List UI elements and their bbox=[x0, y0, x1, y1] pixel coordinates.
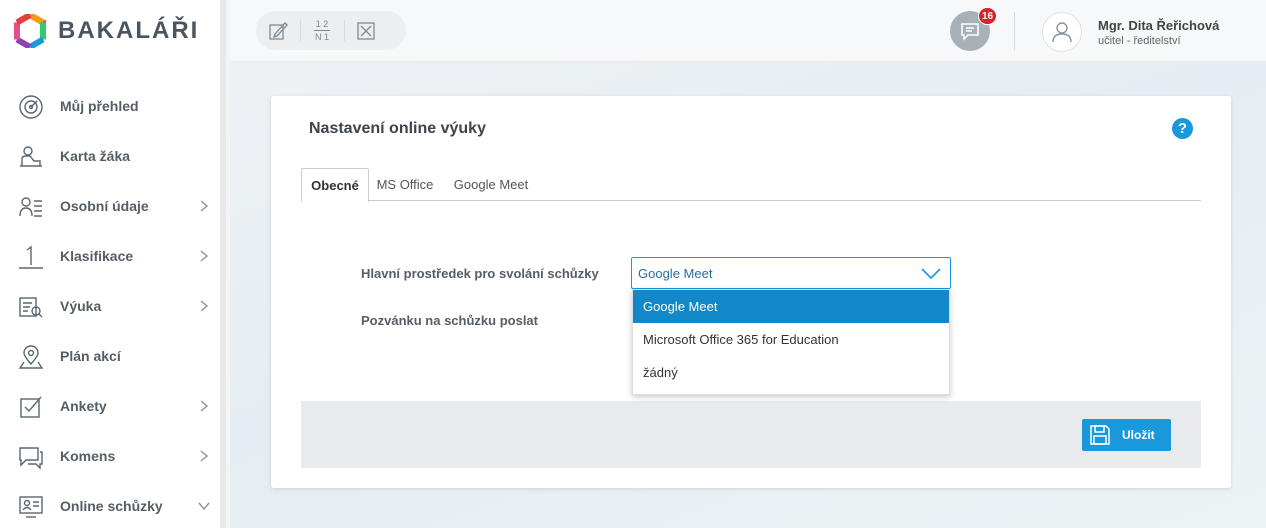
sidebar-item-label: Ankety bbox=[60, 398, 107, 414]
tab-ms-office[interactable]: MS Office bbox=[373, 168, 437, 201]
meeting-tool-select[interactable]: Google Meet bbox=[631, 257, 951, 289]
topbar: 1 2 N 1 16 Mgr. Dita Řeřichová učitel - … bbox=[230, 0, 1266, 62]
chevron-right-icon bbox=[200, 250, 209, 262]
floppy-disk-icon bbox=[1090, 425, 1110, 445]
select-value: Google Meet bbox=[638, 265, 713, 281]
bakalari-logo-icon bbox=[14, 14, 46, 48]
sidebar-item-label: Komens bbox=[60, 448, 116, 464]
logo-text: BAKALÁŘI bbox=[58, 17, 200, 44]
edit-icon bbox=[269, 21, 288, 40]
meeting-tool-label: Hlavní prostředek pro svolání schůzky bbox=[361, 266, 599, 281]
sidebar-item-muj-prehled[interactable]: Můj přehled bbox=[0, 81, 220, 131]
avatar[interactable] bbox=[1042, 12, 1082, 52]
user-role: učitel - ředitelství bbox=[1098, 35, 1181, 47]
grade-icon bbox=[18, 244, 44, 270]
sidebar-item-karta-zaka[interactable]: Karta žáka bbox=[0, 131, 220, 181]
notification-badge: 16 bbox=[978, 7, 998, 25]
chevron-down-icon bbox=[921, 268, 941, 280]
chevron-right-icon bbox=[200, 450, 209, 462]
chevron-right-icon bbox=[200, 200, 209, 212]
sidebar-item-label: Klasifikace bbox=[60, 248, 134, 264]
dropdown-option-office-365[interactable]: Microsoft Office 365 for Education bbox=[633, 323, 949, 356]
grades-fraction-bottom: N 1 bbox=[314, 32, 329, 42]
logo[interactable]: BAKALÁŘI bbox=[14, 14, 199, 48]
sidebar-item-label: Výuka bbox=[60, 298, 102, 314]
sidebar-item-label: Osobní údaje bbox=[60, 198, 149, 214]
chevron-down-icon bbox=[198, 502, 210, 511]
save-button[interactable]: Uložit bbox=[1082, 419, 1171, 451]
student-icon bbox=[18, 144, 44, 170]
sidebar-item-vyuka[interactable]: Výuka bbox=[0, 281, 220, 331]
absence-button[interactable] bbox=[344, 11, 388, 50]
grades-button[interactable]: 1 2 N 1 bbox=[300, 11, 344, 50]
grades-fraction-top: 1 2 bbox=[315, 19, 329, 29]
map-pin-icon bbox=[18, 344, 44, 370]
form-footer: Uložit bbox=[301, 401, 1201, 468]
tab-bar: Obecné MS Office Google Meet bbox=[301, 168, 1201, 202]
close-box-icon bbox=[357, 21, 375, 40]
tab-google-meet[interactable]: Google Meet bbox=[447, 168, 535, 201]
sidebar-item-label: Online schůzky bbox=[60, 498, 163, 514]
topbar-divider bbox=[1014, 12, 1015, 50]
dropdown-option-google-meet[interactable]: Google Meet bbox=[633, 290, 949, 323]
invite-label: Pozvánku na schůzku poslat bbox=[361, 313, 538, 328]
page-title: Nastavení online výuky bbox=[309, 120, 486, 137]
grades-fraction-icon: 1 2 N 1 bbox=[314, 19, 330, 42]
sidebar-item-label: Můj přehled bbox=[60, 98, 139, 114]
sidebar-item-klasifikace[interactable]: Klasifikace bbox=[0, 231, 220, 281]
sidebar-item-online-schuzky[interactable]: Online schůzky bbox=[0, 481, 220, 528]
save-label: Uložit bbox=[1122, 428, 1155, 442]
sidebar-item-komens[interactable]: Komens bbox=[0, 431, 220, 481]
sidebar-scrollbar[interactable] bbox=[220, 0, 226, 528]
edit-button[interactable] bbox=[256, 11, 300, 50]
user-name[interactable]: Mgr. Dita Řeřichová bbox=[1098, 18, 1219, 33]
toolbar: 1 2 N 1 bbox=[256, 11, 406, 50]
sidebar-item-label: Karta žáka bbox=[60, 148, 131, 164]
sidebar-item-plan-akci[interactable]: Plán akcí bbox=[0, 331, 220, 381]
sidebar-item-ankety[interactable]: Ankety bbox=[0, 381, 220, 431]
chat-icon bbox=[18, 444, 44, 470]
meeting-tool-dropdown: Google Meet Microsoft Office 365 for Edu… bbox=[632, 289, 950, 395]
message-icon bbox=[961, 23, 979, 41]
dropdown-option-none[interactable]: žádný bbox=[633, 356, 949, 389]
help-icon[interactable]: ? bbox=[1172, 118, 1193, 139]
checkbox-icon bbox=[18, 394, 44, 420]
personal-data-icon bbox=[18, 194, 44, 220]
user-icon bbox=[1052, 22, 1072, 43]
tab-obecne[interactable]: Obecné bbox=[301, 168, 369, 202]
sidebar-nav: Můj přehled Karta žáka Osobní údaje Klas… bbox=[0, 81, 220, 528]
sidebar: BAKALÁŘI Můj přehled Karta žáka Osobní ú… bbox=[0, 0, 226, 528]
dashboard-icon bbox=[18, 94, 44, 120]
sidebar-item-label: Plán akcí bbox=[60, 348, 121, 364]
chevron-right-icon bbox=[200, 300, 209, 312]
teaching-icon bbox=[18, 294, 44, 320]
chevron-right-icon bbox=[200, 400, 209, 412]
sidebar-item-osobni-udaje[interactable]: Osobní údaje bbox=[0, 181, 220, 231]
online-meeting-icon bbox=[18, 494, 44, 520]
